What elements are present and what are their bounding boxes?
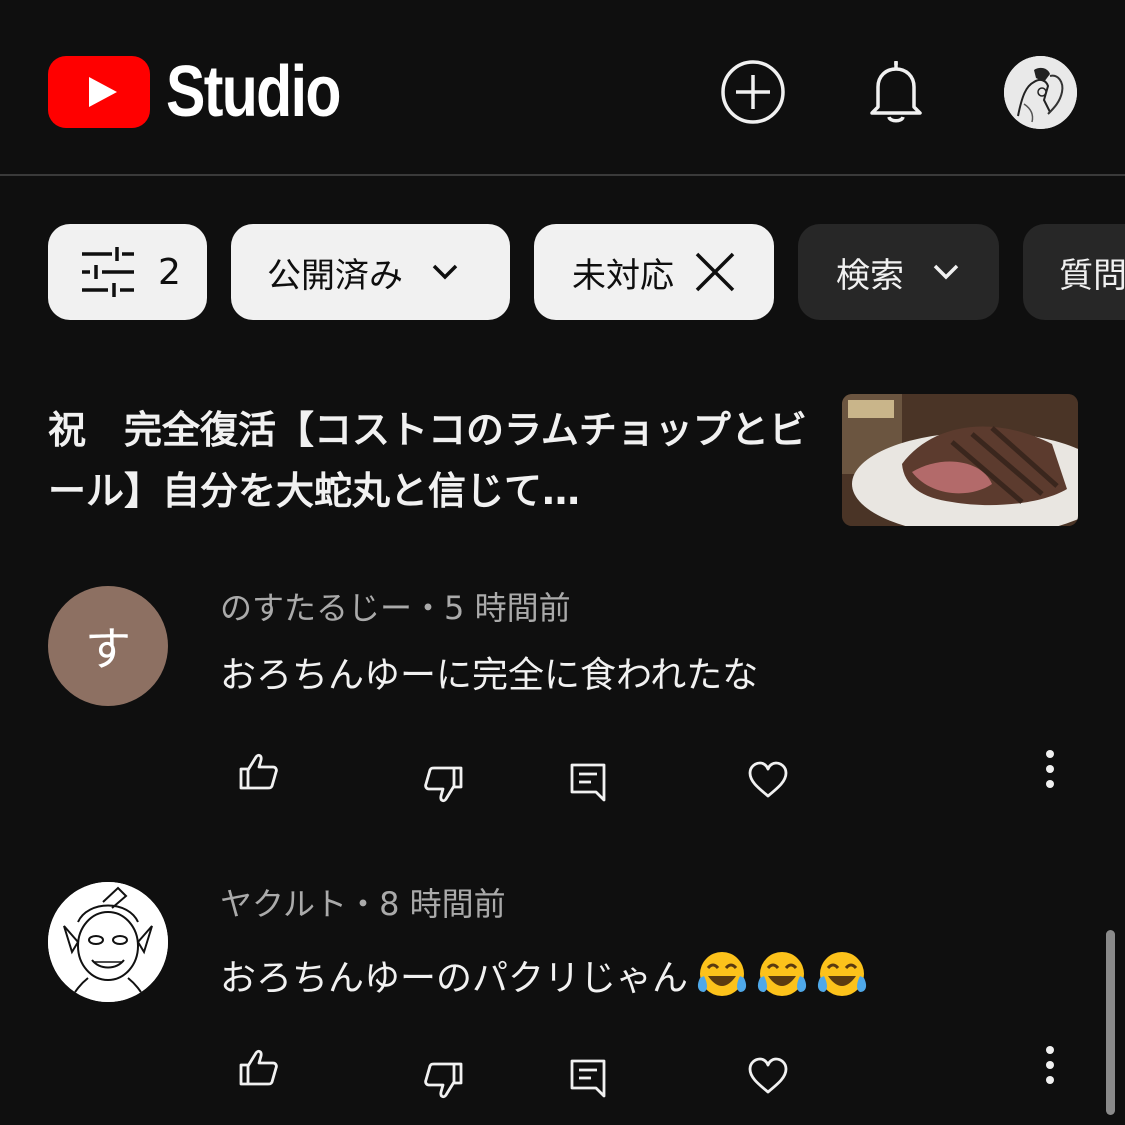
meta-separator: ・ <box>412 589 445 627</box>
heart-icon <box>748 1057 788 1094</box>
lamb-chop-thumbnail-icon <box>842 394 1078 526</box>
bell-icon <box>870 61 922 123</box>
comment-author[interactable]: ヤクルト <box>220 885 347 923</box>
thumb-up-icon <box>239 1049 278 1086</box>
comment-meta: のすたるじー・5 時間前 <box>220 586 571 630</box>
sliders-icon <box>82 247 134 297</box>
filter-settings-chip[interactable]: 2 <box>48 224 207 320</box>
video-thumbnail[interactable] <box>842 394 1078 526</box>
chevron-down-icon <box>432 264 458 280</box>
comment-item: ヤクルト・8 時間前 おろちんゆーのパクリじゃん <box>0 882 1125 1122</box>
filter-chip-bar: 2 公開済み 未対応 検索 質問 <box>48 224 1125 320</box>
avatar-letter: す <box>85 622 131 676</box>
comment-time: 8 時間前 <box>379 885 506 923</box>
app-header: Studio <box>0 0 1125 176</box>
more-vert-icon <box>1046 1046 1054 1084</box>
heart-button[interactable] <box>740 1048 796 1104</box>
unanswered-filter-chip[interactable]: 未対応 <box>534 224 774 320</box>
comment-item: す のすたるじー・5 時間前 おろちんゆーに完全に食われたな <box>0 586 1125 826</box>
published-filter-chip[interactable]: 公開済み <box>231 224 510 320</box>
commenter-avatar[interactable]: す <box>48 586 168 706</box>
thumb-down-icon <box>424 1062 463 1099</box>
heart-button[interactable] <box>740 752 796 808</box>
youtube-logo-icon <box>48 56 150 128</box>
meta-separator: ・ <box>347 885 380 923</box>
notifications-button[interactable] <box>862 58 930 126</box>
scrollbar[interactable] <box>1106 930 1115 1115</box>
video-title[interactable]: 祝 完全復活【コストコのラムチョップとビール】自分を大蛇丸と信じて… <box>48 400 818 522</box>
youtube-studio-logo[interactable]: Studio <box>48 56 378 128</box>
more-options-button[interactable] <box>1022 1037 1078 1093</box>
drawn-face-avatar-icon <box>48 882 168 1002</box>
search-filter-chip[interactable]: 検索 <box>798 224 999 320</box>
create-button[interactable] <box>719 58 787 126</box>
like-button[interactable] <box>230 744 286 800</box>
unanswered-label: 未対応 <box>572 255 674 296</box>
avatar-drawing-icon <box>1004 56 1077 129</box>
comment-reply-icon <box>570 1059 606 1098</box>
thumb-up-icon <box>239 753 278 790</box>
dislike-button[interactable] <box>416 1052 472 1108</box>
filter-count: 2 <box>158 251 181 293</box>
chevron-down-icon <box>933 264 959 280</box>
comment-text: おろちんゆーに完全に食われたな <box>220 655 759 696</box>
tears-of-joy-emoji-icon <box>817 952 867 996</box>
more-options-button[interactable] <box>1022 741 1078 797</box>
account-avatar[interactable] <box>1004 56 1077 129</box>
create-plus-icon <box>721 60 785 124</box>
more-vert-icon <box>1046 750 1054 788</box>
comment-author[interactable]: のすたるじー <box>220 589 412 627</box>
logo-text: Studio <box>166 52 341 132</box>
like-button[interactable] <box>230 1040 286 1096</box>
close-icon <box>695 252 735 292</box>
comment-reply-icon <box>570 763 606 802</box>
reply-button[interactable] <box>560 754 616 810</box>
questions-filter-chip[interactable]: 質問 <box>1023 224 1125 320</box>
dislike-button[interactable] <box>416 756 472 812</box>
comment-text-row: おろちんゆーのパクリじゃん <box>220 948 868 1003</box>
thumb-down-icon <box>424 766 463 803</box>
comment-time: 5 時間前 <box>444 589 571 627</box>
comment-text: おろちんゆーのパクリじゃん <box>220 958 689 999</box>
heart-icon <box>748 761 788 798</box>
reply-button[interactable] <box>560 1050 616 1106</box>
tears-of-joy-emoji-icon <box>757 952 807 996</box>
tears-of-joy-emoji-icon <box>697 952 747 996</box>
search-label: 検索 <box>836 255 904 296</box>
comment-meta: ヤクルト・8 時間前 <box>220 882 506 926</box>
commenter-avatar[interactable] <box>48 882 168 1002</box>
published-label: 公開済み <box>267 255 403 296</box>
questions-label: 質問 <box>1059 255 1125 296</box>
